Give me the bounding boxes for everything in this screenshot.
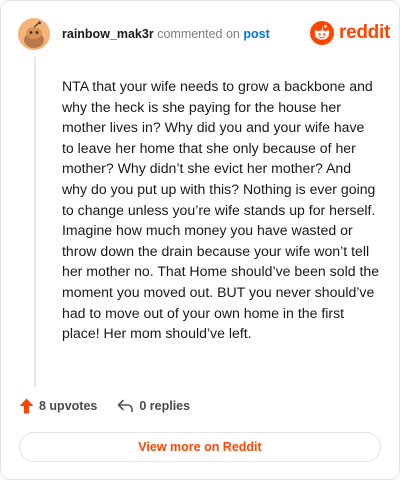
- thread-line: [34, 57, 36, 387]
- user-avatar[interactable]: [18, 18, 50, 50]
- upvote-arrow-icon: [19, 398, 34, 414]
- upvotes-button[interactable]: 8 upvotes: [19, 398, 97, 414]
- upvotes-count: 8 upvotes: [39, 399, 98, 413]
- comment-body: NTA that your wife needs to grow a backb…: [62, 78, 380, 342]
- comment-actions: 8 upvotes 0 replies: [19, 398, 190, 414]
- reddit-comment-embed-card: rainbow_mak3r commented on post reddit N…: [0, 0, 400, 480]
- reddit-wordmark: reddit: [339, 22, 390, 43]
- post-link[interactable]: post: [243, 27, 269, 41]
- username-link[interactable]: rainbow_mak3r: [62, 27, 154, 41]
- view-more-on-reddit-button[interactable]: View more on Reddit: [19, 432, 381, 462]
- comment-meta: rainbow_mak3r commented on post: [62, 26, 270, 42]
- commented-on-text: commented on: [157, 27, 240, 41]
- reddit-brand-link[interactable]: reddit: [310, 21, 390, 45]
- replies-count: 0 replies: [139, 399, 191, 413]
- reddit-snoo-avatar-icon: [18, 18, 50, 50]
- replies-button[interactable]: 0 replies: [117, 399, 190, 413]
- reddit-logo-icon: [310, 21, 334, 45]
- reply-arrow-icon: [118, 399, 134, 413]
